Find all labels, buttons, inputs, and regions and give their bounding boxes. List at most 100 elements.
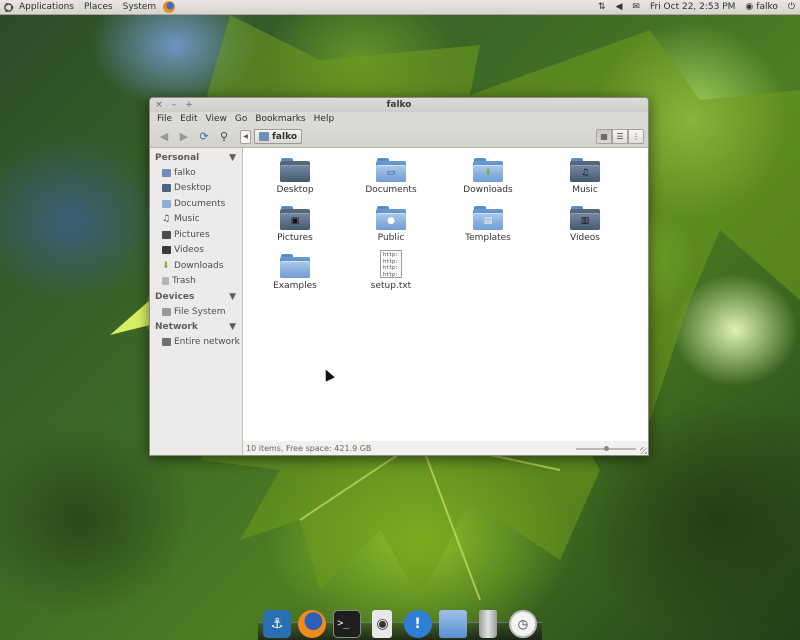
file-label: setup.txt [370, 281, 412, 291]
sidebar-section-personal[interactable]: Personal ▼ [150, 150, 242, 165]
volume-icon[interactable]: ◀ [611, 0, 628, 14]
sidebar-item-documents[interactable]: Documents [150, 196, 242, 212]
top-panel: Applications Places System ⇅ ◀ ✉ Fri Oct… [0, 0, 800, 15]
sidebar-item-label: Desktop [174, 183, 212, 194]
trash-icon [162, 277, 169, 286]
dock-item-trash[interactable] [473, 607, 503, 640]
mail-icon[interactable]: ✉ [627, 0, 645, 14]
power-icon[interactable]: ⏻ [783, 0, 800, 14]
back-arrow-icon[interactable]: ◀ [154, 128, 174, 146]
dock-item-media-player[interactable]: ◉ [367, 607, 397, 640]
forward-arrow-icon[interactable]: ▶ [174, 128, 194, 146]
dock-item-anchor[interactable]: ⚓ [262, 607, 292, 640]
menu-bookmarks[interactable]: Bookmarks [251, 114, 309, 124]
sidebar-header-network: Network [155, 322, 198, 332]
file-view[interactable]: Desktop ▭ Documents ⬇ Downloads ♫ Music … [243, 148, 648, 455]
firefox-launcher-icon[interactable] [163, 1, 176, 13]
sidebar-item-downloads[interactable]: ⬇ Downloads [150, 258, 242, 274]
text-preview-line: http: [383, 265, 399, 271]
dock-item-clock[interactable]: ◷ [508, 607, 538, 640]
menu-file[interactable]: File [153, 114, 176, 124]
icon-view-button[interactable]: ▦ [596, 129, 612, 144]
menu-edit[interactable]: Edit [176, 114, 201, 124]
places-menu[interactable]: Places [79, 0, 118, 14]
file-item-templates[interactable]: ▤ Templates [448, 206, 528, 243]
menu-help[interactable]: Help [310, 114, 339, 124]
sidebar-item-entire-network[interactable]: Entire network [150, 335, 242, 351]
dock-item-firefox[interactable] [297, 607, 327, 640]
compact-view-button[interactable]: ⋮ [628, 129, 644, 144]
file-item-music[interactable]: ♫ Music [545, 158, 625, 195]
sidebar-item-label: Music [174, 214, 200, 225]
file-label: Videos [570, 233, 600, 243]
search-icon[interactable]: ⚲ [214, 128, 234, 146]
home-icon [162, 168, 171, 177]
reload-icon[interactable]: ⟳ [194, 128, 214, 146]
sidebar-item-videos[interactable]: Videos [150, 243, 242, 259]
file-label: Templates [465, 233, 511, 243]
text-preview-line: http: [383, 271, 399, 278]
path-left-arrow-icon[interactable]: ◀ [240, 129, 251, 144]
file-item-pictures[interactable]: ▣ Pictures [255, 206, 335, 243]
file-manager-window: × – + falko File Edit View Go Bookmarks … [149, 97, 649, 456]
applications-menu[interactable]: Applications [14, 0, 79, 14]
resize-grip-icon[interactable] [640, 447, 647, 454]
sidebar-item-desktop[interactable]: Desktop [150, 181, 242, 197]
file-item-examples[interactable]: Examples [255, 254, 335, 291]
sidebar-item-file-system[interactable]: File System [150, 304, 242, 320]
list-view-button[interactable]: ☰ [612, 129, 628, 144]
dock-item-notifications[interactable]: ! [403, 607, 433, 640]
zoom-slider-handle[interactable] [604, 446, 609, 451]
file-label: Pictures [277, 233, 313, 243]
close-button[interactable]: × [155, 100, 163, 110]
system-menu[interactable]: System [118, 0, 162, 14]
sidebar-item-label: Pictures [174, 229, 210, 240]
file-label: Downloads [463, 185, 513, 195]
sidebar-section-devices[interactable]: Devices ▼ [150, 289, 242, 304]
sidebar-item-trash[interactable]: Trash [150, 274, 242, 290]
menu-view[interactable]: View [202, 114, 231, 124]
videos-icon [162, 246, 171, 255]
menu-go[interactable]: Go [231, 114, 251, 124]
status-text: 10 items, Free space: 421.9 GB [246, 443, 372, 453]
chevron-down-icon[interactable]: ▼ [229, 292, 236, 302]
dock: ⚓ >_ ◉ ! ◷ [262, 600, 538, 640]
sidebar-item-label: falko [174, 167, 196, 178]
dock-item-file-manager[interactable] [438, 607, 468, 640]
path-label: falko [272, 131, 298, 142]
network-icon[interactable]: ⇅ [593, 0, 611, 14]
text-preview-line: http: [383, 252, 399, 258]
dock-item-terminal[interactable]: >_ [332, 607, 362, 640]
trash-icon [478, 609, 497, 638]
sidebar-item-falko[interactable]: falko [150, 165, 242, 181]
path-button-home[interactable]: falko [254, 129, 303, 144]
file-item-videos[interactable]: ▥ Videos [545, 206, 625, 243]
file-label: Public [377, 233, 405, 243]
network-icon [162, 338, 171, 347]
file-manager-icon [438, 609, 467, 638]
media-player-icon: ◉ [372, 609, 393, 638]
maximize-button[interactable]: + [185, 100, 193, 110]
user-menu[interactable]: ◉ falko [740, 0, 782, 14]
sidebar-item-label: File System [174, 306, 226, 317]
minimize-button[interactable]: – [170, 100, 178, 110]
sidebar-section-network[interactable]: Network ▼ [150, 320, 242, 335]
ubuntu-logo-icon[interactable] [3, 2, 14, 13]
file-item-public[interactable]: ● Public [351, 206, 431, 243]
file-item-documents[interactable]: ▭ Documents [351, 158, 431, 195]
view-switcher: ▦ ☰ ⋮ [596, 129, 644, 144]
sidebar-item-pictures[interactable]: Pictures [150, 227, 242, 243]
sidebar-item-music[interactable]: ♫ Music [150, 212, 242, 228]
clock-icon: ◷ [508, 609, 537, 638]
music-icon: ♫ [162, 214, 171, 225]
file-item-downloads[interactable]: ⬇ Downloads [448, 158, 528, 195]
chevron-down-icon[interactable]: ▼ [229, 322, 236, 332]
file-item-setup-txt[interactable]: http: http: http: http: setup.txt [351, 250, 431, 291]
window-titlebar[interactable]: × – + falko [150, 98, 648, 112]
notification-icon: ! [403, 609, 432, 638]
chevron-down-icon[interactable]: ▼ [229, 153, 236, 163]
zoom-slider[interactable] [576, 446, 636, 451]
file-item-desktop[interactable]: Desktop [255, 158, 335, 195]
clock-datetime[interactable]: Fri Oct 22, 2:53 PM [645, 0, 740, 14]
sidebar-item-label: Entire network [174, 337, 240, 348]
